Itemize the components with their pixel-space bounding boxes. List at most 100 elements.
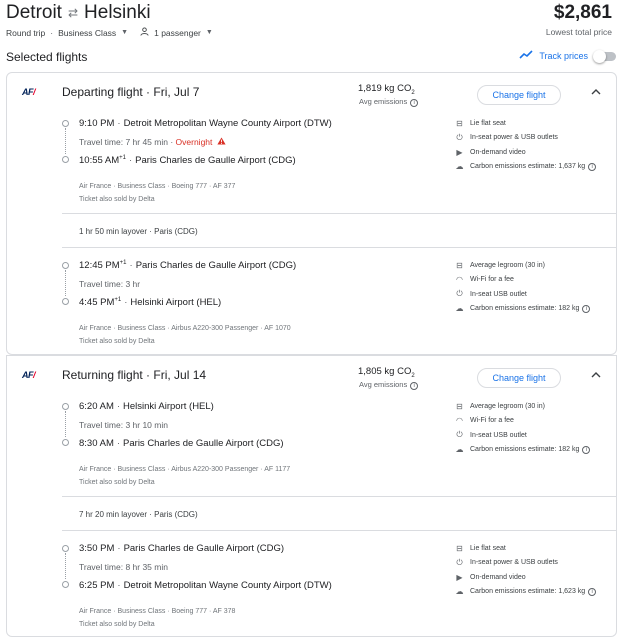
- timeline-line: [65, 411, 66, 437]
- departing-flight-title: Departing flight · Fri, Jul 7: [62, 85, 200, 99]
- departure-line: 9:10 PM · Detroit Metropolitan Wayne Count…: [79, 118, 332, 129]
- amenity-item: ◠ Wi-Fi for a fee: [456, 416, 514, 426]
- divider: [62, 247, 616, 248]
- power-plug-icon: ⏻: [456, 132, 463, 142]
- legroom-icon: ⊟: [456, 260, 463, 270]
- timeline-dot: [62, 262, 69, 269]
- departing-flight-card: AF/ Departing flight · Fri, Jul 7 1,819 …: [6, 72, 617, 355]
- selected-flights-bar: Selected flights Track prices: [6, 49, 616, 68]
- warning-icon: [217, 137, 226, 147]
- amenities-list: ⊟ Average legroom (30 in) ◠ Wi-Fi for a fe…: [454, 399, 614, 457]
- returning-card-header: AF/ Returning flight · Fri, Jul 14 1,805…: [7, 356, 616, 396]
- amenity-item: ☁ Carbon emissions estimate: 1,623 kg i: [454, 585, 614, 600]
- flight-segment: 12:45 PM+1 · Paris Charles de Gaulle Airpo…: [7, 255, 616, 355]
- flight-details: Air France · Business Class · Airbus A22…: [79, 466, 291, 473]
- timeline-dot: [62, 581, 69, 588]
- track-prices-toggle[interactable]: [593, 49, 616, 63]
- trend-icon: [519, 50, 533, 62]
- arrival-line: 10:55 AM+1 · Paris Charles de Gaulle Airpo…: [79, 155, 296, 167]
- trip-type: Round trip: [6, 27, 46, 38]
- chevron-down-icon[interactable]: ▼: [121, 29, 128, 36]
- divider: [62, 496, 616, 497]
- flight-details: Air France · Business Class · Boeing 777…: [79, 183, 236, 190]
- flight-details: Air France · Business Class · Airbus A22…: [79, 325, 291, 332]
- chevron-up-icon[interactable]: [591, 87, 601, 97]
- passenger-count[interactable]: 1 passenger: [154, 28, 201, 38]
- toggle-knob: [593, 49, 606, 63]
- amenity-item: ⏻ In-seat power & USB outlets: [454, 131, 614, 146]
- wifi-icon: ◠: [456, 416, 463, 426]
- usb-icon: ⏻: [456, 289, 463, 299]
- trip-header: Detroit ⇄ Helsinki Round trip · Business…: [6, 2, 616, 42]
- arrival-line: 4:45 PM+1 · Helsinki Airport (HEL): [79, 297, 222, 309]
- seat-icon: ⊟: [456, 543, 463, 553]
- flight-details: Air France · Business Class · Boeing 777…: [79, 608, 236, 615]
- avg-emissions-label: Avg emissions i: [359, 380, 419, 390]
- flight-segment: 9:10 PM · Detroit Metropolitan Wayne Count…: [7, 113, 616, 233]
- co2-icon: ☁: [455, 162, 464, 172]
- info-icon[interactable]: i: [410, 382, 419, 390]
- ticket-note: Ticket also sold by Delta: [79, 196, 155, 203]
- co2-icon: ☁: [455, 445, 464, 455]
- track-prices[interactable]: Track prices: [519, 49, 616, 63]
- ticket-note: Ticket also sold by Delta: [79, 338, 155, 345]
- amenities-list: ⊟ Lie flat seat ⏻ In-seat power & USB outl…: [454, 541, 614, 599]
- returning-flight-title: Returning flight · Fri, Jul 14: [62, 368, 207, 382]
- info-icon[interactable]: i: [410, 99, 419, 107]
- usb-icon: ⏻: [456, 430, 463, 440]
- info-icon[interactable]: i: [582, 304, 591, 313]
- air-france-logo: AF/: [22, 370, 36, 380]
- seat-icon: ⊟: [456, 118, 463, 128]
- amenity-item: ⏻ In-seat power & USB outlets: [454, 556, 614, 571]
- chevron-up-icon[interactable]: [591, 370, 601, 380]
- timeline-dot: [62, 156, 69, 163]
- total-price: $2,861: [553, 2, 612, 23]
- amenity-item: ☁ Carbon emissions estimate: 182 kg i: [454, 302, 614, 317]
- amenities-list: ⊟ Lie flat seat ⏻ In-seat power & USB outl…: [454, 116, 614, 174]
- separator-dot: ·: [50, 27, 54, 38]
- timeline-dot: [62, 545, 69, 552]
- amenity-item: ⏻ In-seat USB outlet: [454, 428, 614, 443]
- flight-segment: 6:20 AM · Helsinki Airport (HEL) Travel ti…: [7, 396, 616, 496]
- timeline-dot: [62, 439, 69, 446]
- amenity-item: ▶ On-demand video: [454, 570, 614, 585]
- amenity-item: ⊟ Lie flat seat: [454, 116, 614, 131]
- timeline-dot: [62, 298, 69, 305]
- track-prices-label[interactable]: Track prices: [539, 51, 588, 61]
- air-france-logo: AF/: [22, 87, 36, 97]
- divider: [62, 213, 616, 214]
- trip-summary: Round trip · Business Class ▼ 1 passenge…: [6, 27, 213, 38]
- departure-line: 12:45 PM+1 · Paris Charles de Gaulle Airpo…: [79, 260, 297, 272]
- change-flight-button[interactable]: Change flight: [477, 368, 561, 388]
- returning-flight-card: AF/ Returning flight · Fri, Jul 14 1,805…: [6, 355, 617, 637]
- arrival-line: 6:25 PM · Detroit Metropolitan Wayne Count…: [79, 580, 332, 591]
- travel-time: Travel time: 3 hr 10 min: [79, 420, 168, 430]
- wifi-icon: ◠: [456, 275, 463, 285]
- change-flight-button[interactable]: Change flight: [477, 85, 561, 105]
- cabin-class: Business Class: [58, 27, 117, 38]
- flight-segment: 3:50 PM · Paris Charles de Gaulle Airport …: [7, 538, 616, 638]
- timeline-line: [65, 553, 66, 579]
- layover-info: 1 hr 50 min layover · Paris (CDG): [79, 227, 198, 236]
- amenity-item: ☁ Carbon emissions estimate: 182 kg i: [454, 443, 614, 458]
- travel-time: Travel time: 8 hr 35 min: [79, 562, 168, 572]
- info-icon[interactable]: i: [588, 587, 597, 596]
- departure-line: 6:20 AM · Helsinki Airport (HEL): [79, 401, 214, 412]
- info-icon[interactable]: i: [588, 162, 597, 171]
- co2-icon: ☁: [455, 587, 464, 597]
- info-icon[interactable]: i: [582, 445, 591, 454]
- timeline-line: [65, 270, 66, 296]
- travel-time: Travel time: 7 hr 45 min · Overnight: [79, 137, 226, 147]
- video-icon: ▶: [456, 147, 463, 157]
- amenity-item: ☁ Carbon emissions estimate: 1,637 kg i: [454, 160, 614, 175]
- chevron-down-icon[interactable]: ▼: [206, 29, 213, 36]
- departure-line: 3:50 PM · Paris Charles de Gaulle Airport …: [79, 543, 285, 554]
- route-title: Detroit ⇄ Helsinki: [6, 2, 151, 24]
- divider: [62, 530, 616, 531]
- selected-flights-title: Selected flights: [6, 50, 88, 64]
- co2-emissions: 1,805 kg CO2: [358, 366, 415, 379]
- timeline-dot: [62, 120, 69, 127]
- co2-emissions: 1,819 kg CO2: [358, 83, 415, 96]
- departing-card-header: AF/ Departing flight · Fri, Jul 7 1,819 …: [7, 73, 616, 113]
- power-plug-icon: ⏻: [456, 557, 463, 567]
